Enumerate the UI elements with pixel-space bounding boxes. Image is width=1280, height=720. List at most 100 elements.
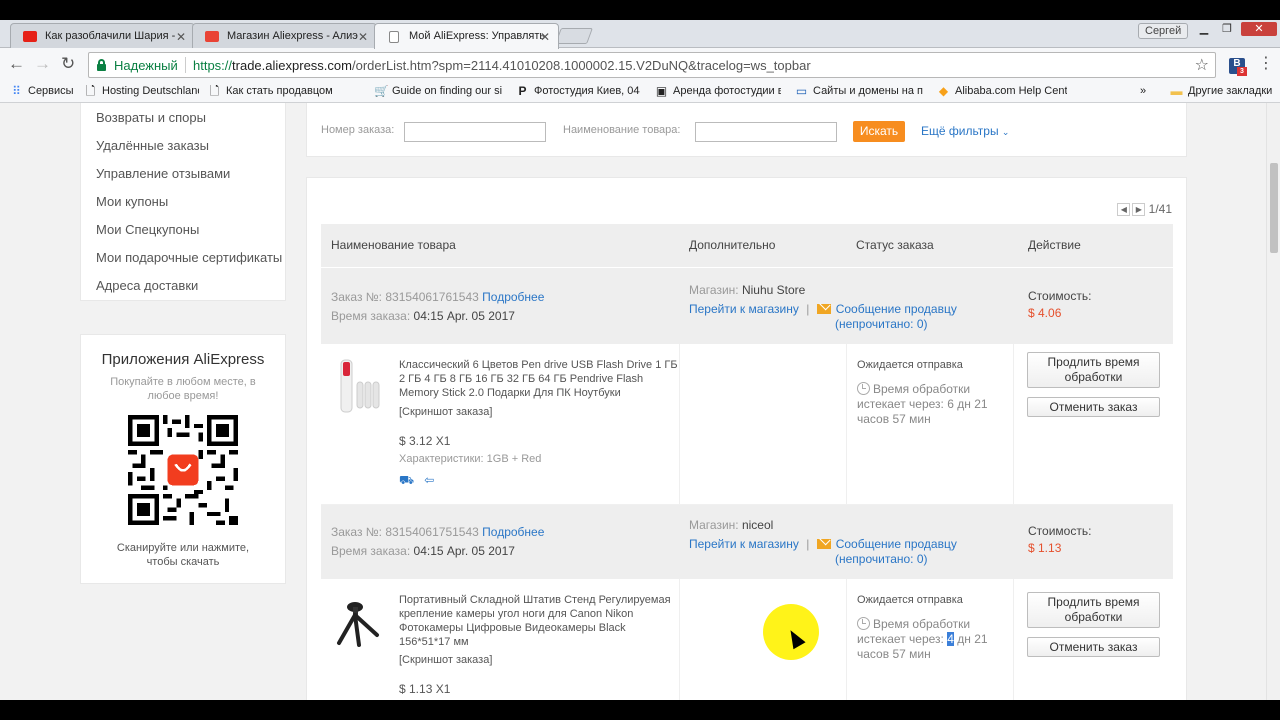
sidebar-item-deleted-orders[interactable]: Удалённые заказы [96,138,209,153]
envelope-icon [816,304,831,314]
cart-icon: 🛒 [374,85,389,97]
next-page-button[interactable]: ▶ [1132,203,1146,217]
prev-page-button[interactable]: ◀ [1117,203,1131,217]
cost-label: Стоимость: [1028,289,1092,303]
page-content: Возвраты и споры Удалённые заказы Управл… [0,103,1280,700]
goto-store-link[interactable]: Перейти к магазину [689,537,799,551]
column-header: Статус заказа [856,238,934,252]
search-button[interactable]: Искать [853,121,905,142]
column-header: Дополнительно [689,238,776,252]
tab-title: Магазин Aliexpress - Aлиэ [227,30,358,42]
bookmark-rent[interactable]: ▣ Аренда фотостудии в [655,85,781,97]
order-number-label: Номер заказа: [321,124,395,136]
bookmark-hosting[interactable]: 🗋 Hosting Deutschland [84,85,199,97]
envelope-icon [816,539,831,549]
maximize-button[interactable]: ❐ [1216,22,1238,36]
more-bookmarks-chevron[interactable]: » [1140,85,1146,97]
page-icon: 🗋 [209,85,220,97]
sidebar-item-feedback[interactable]: Управление отзывами [96,166,230,181]
product-image[interactable] [333,593,383,653]
order-status: Ожидается отправка [857,594,963,606]
bookmark-photostudio[interactable]: P Фотостудия Киев, 044 [516,85,640,97]
order-status: Ожидается отправка [857,359,963,371]
product-price: $ 1.13 X1 [399,682,451,696]
order-number-input[interactable] [404,122,546,142]
page-icon [389,31,399,43]
folder-icon: ▬ [1170,85,1183,97]
bookmark-domains[interactable]: ▭ Сайты и домены на пр [795,85,923,97]
address-bar[interactable]: Надежный https://trade.aliexpress.com/or… [88,52,1216,78]
bookmark-star-icon[interactable]: ☆ [1195,55,1209,75]
tab-2[interactable]: Магазин Aliexpress - Aлиэ ✕ [192,23,377,49]
alibaba-icon: ◆ [938,85,949,97]
product-title-link[interactable]: Классический 6 Цветов Pen drive USB Flas… [399,358,679,400]
sidebar-item-addresses[interactable]: Адреса доставки [96,278,198,293]
shipping-icon[interactable]: ⛟ [399,473,414,487]
minimize-button[interactable]: ▁ [1193,22,1215,36]
return-icon[interactable]: ⇦ [424,473,434,487]
product-name-input[interactable] [695,122,837,142]
divider [185,57,186,73]
store-links: Перейти к магазину | Сообщение продавцу [689,537,957,551]
window-close-button[interactable]: ✕ [1241,22,1277,36]
bookmark-guide[interactable]: 🛒 Guide on finding our si [374,85,502,97]
sidebar-item-coupons[interactable]: Мои купоны [96,194,168,209]
unread-count: (непрочитано: 0) [835,552,928,566]
apps-icon: ⠿ [12,85,21,97]
order-item: Портативный Складной Штатив Стенд Регули… [321,579,1173,700]
vertical-scrollbar[interactable] [1266,103,1280,700]
close-icon[interactable]: ✕ [540,30,550,44]
column-header: Наименование товара [331,238,456,252]
details-link[interactable]: Подробнее [482,525,544,539]
screenshot-link[interactable]: [Скриншот заказа] [399,654,492,666]
new-tab-button[interactable] [555,28,593,44]
tab-strip: Как разоблачили Шария - ✕ Магазин Aliexp… [0,20,1280,49]
qr-code[interactable] [128,415,238,525]
message-seller-link[interactable]: Сообщение продавцу [836,302,957,316]
goto-store-link[interactable]: Перейти к магазину [689,302,799,316]
clock-icon [857,617,870,630]
tab-title: Мой AliExpress: Управлять [409,30,546,42]
bookmark-seller[interactable]: 🗋 Как стать продавцом н [208,85,336,97]
bookmarks-bar: ⠿ Сервисы 🗋 Hosting Deutschland 🗋 Как стать… [0,81,1280,103]
profile-button[interactable]: Сергей [1138,23,1189,39]
store-name: Магазин: Niuhu Store [689,283,806,297]
bookmark-services[interactable]: ⠿ Сервисы [10,85,80,97]
scrollbar-thumb[interactable] [1270,163,1278,253]
tab-1[interactable]: Как разоблачили Шария - ✕ [10,23,195,49]
browser-toolbar: ← → ↻ Надежный https://trade.aliexpress.… [0,48,1280,81]
cancel-order-button[interactable]: Отменить заказ [1027,397,1160,417]
order-header: Заказ №: 83154061751543 Подробнее Время … [321,505,1173,581]
bookmark-alibaba[interactable]: ◆ Alibaba.com Help Cente [937,85,1067,97]
chevron-down-icon: ⌄ [1001,127,1010,137]
column-header: Действие [1028,238,1081,252]
forward-button[interactable]: → [34,55,51,73]
message-seller-link[interactable]: Сообщение продавцу [836,537,957,551]
sidebar-item-special-coupons[interactable]: Мои Спецкупоны [96,222,199,237]
sidebar-item-gift-cards[interactable]: Мои подарочные сертификаты [96,250,282,265]
menu-icon[interactable]: ⋮ [1258,56,1274,72]
other-bookmarks[interactable]: ▬ Другие закладки [1170,85,1275,97]
screenshot-link[interactable]: [Скриншот заказа] [399,406,492,418]
close-icon[interactable]: ✕ [358,30,368,44]
sidebar-item-returns[interactable]: Возвраты и споры [96,110,206,125]
extend-processing-button[interactable]: Продлить время обработки [1027,352,1160,388]
extension-icon[interactable]: B3 [1229,58,1247,76]
product-image[interactable] [333,358,383,418]
product-price: $ 3.12 X1 [399,434,451,448]
extend-processing-button[interactable]: Продлить время обработки [1027,592,1160,628]
more-filters-link[interactable]: Ещё фильтры ⌄ [921,124,1009,138]
back-button[interactable]: ← [8,55,25,73]
url-text[interactable]: https://trade.aliexpress.com/orderList.h… [193,58,811,73]
details-link[interactable]: Подробнее [482,290,544,304]
app-promo-hint: Сканируйте или нажмите, чтобы скачать [116,542,250,568]
pagination: ◀ ▶ 1/41 [1115,202,1172,217]
close-icon[interactable]: ✕ [176,30,186,44]
reload-button[interactable]: ↻ [61,55,75,73]
cost-label: Стоимость: [1028,524,1092,538]
tab-3-active[interactable]: Мой AliExpress: Управлять ✕ [374,23,559,49]
page-indicator: 1/41 [1148,202,1172,216]
order-item: Классический 6 Цветов Pen drive USB Flas… [321,344,1173,505]
cancel-order-button[interactable]: Отменить заказ [1027,637,1160,657]
product-title-link[interactable]: Портативный Складной Штатив Стенд Регули… [399,593,679,649]
